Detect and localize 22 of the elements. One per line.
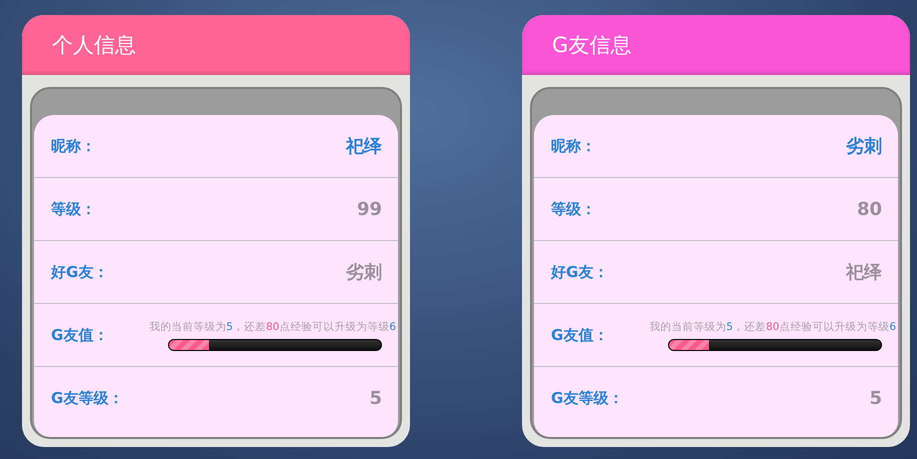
field-value: 99 (356, 198, 382, 220)
field-value: 祀绎 (346, 135, 382, 158)
field-label: 好G友： (51, 262, 108, 282)
field-label: 好G友： (551, 262, 608, 282)
field-label: 等级： (51, 200, 96, 218)
field-label: 昵称： (51, 136, 96, 156)
field-label: 昵称： (551, 136, 596, 156)
field-label: G友等级： (51, 388, 124, 408)
field-value: 80 (856, 198, 882, 220)
field-label: G友等级： (551, 388, 624, 408)
field-value: 5 (869, 388, 882, 408)
card-title: G友信息 (552, 32, 632, 59)
field-label: G友值： (51, 326, 108, 344)
field-value: 劣刺 (346, 261, 382, 284)
field-label: G友值： (551, 326, 608, 344)
card-title: 个人信息 (52, 32, 136, 59)
field-value: 祀绎 (846, 261, 882, 284)
field-label: 等级： (551, 200, 596, 218)
progress-hint: 我的当前等级为5，还差80点经验可以升级为等级6 (649, 320, 896, 334)
field-value: 5 (369, 388, 382, 408)
progress-hint: 我的当前等级为5，还差80点经验可以升级为等级6 (149, 320, 396, 334)
field-value: 劣刺 (846, 135, 882, 158)
